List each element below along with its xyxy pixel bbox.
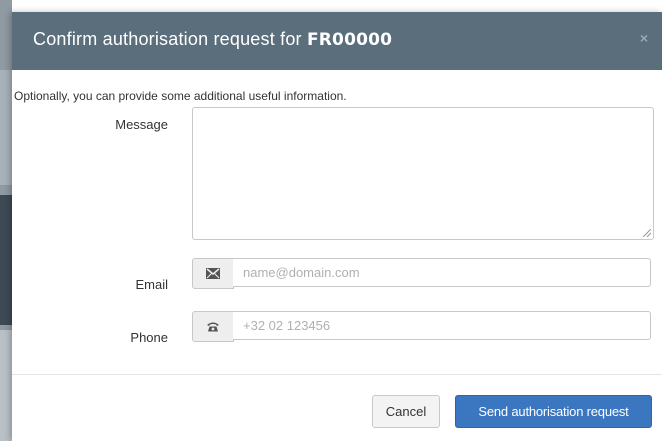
message-textarea[interactable] — [192, 107, 654, 240]
phone-label: Phone — [130, 330, 168, 345]
authorisation-dialog: Confirm authorisation request for FR0000… — [12, 12, 662, 441]
intro-text: Optionally, you can provide some additio… — [14, 89, 347, 103]
email-input[interactable] — [233, 258, 651, 287]
phone-input[interactable] — [233, 311, 651, 340]
cancel-button[interactable]: Cancel — [372, 395, 440, 428]
footer-divider — [12, 374, 662, 375]
dialog-title: Confirm authorisation request for FR0000… — [33, 29, 392, 50]
message-label: Message — [115, 117, 168, 132]
resize-handle-icon[interactable] — [643, 229, 651, 237]
backdrop-strip — [0, 330, 12, 441]
send-authorisation-request-button[interactable]: Send authorisation request — [455, 395, 652, 428]
email-input-group — [192, 258, 652, 289]
backdrop-strip — [0, 70, 12, 185]
dialog-header: Confirm authorisation request for FR0000… — [12, 12, 662, 70]
backdrop-strip — [0, 195, 12, 325]
page-backdrop — [0, 0, 12, 441]
close-icon[interactable]: × — [636, 30, 652, 46]
email-label: Email — [135, 277, 168, 292]
phone-input-group — [192, 311, 652, 342]
dialog-title-code: FR00000 — [306, 30, 393, 50]
dialog-title-text: Confirm authorisation request for — [33, 29, 307, 49]
envelope-icon — [192, 258, 234, 289]
phone-icon-svg — [207, 322, 219, 332]
phone-icon — [192, 311, 234, 342]
envelope-icon-svg — [206, 268, 220, 279]
